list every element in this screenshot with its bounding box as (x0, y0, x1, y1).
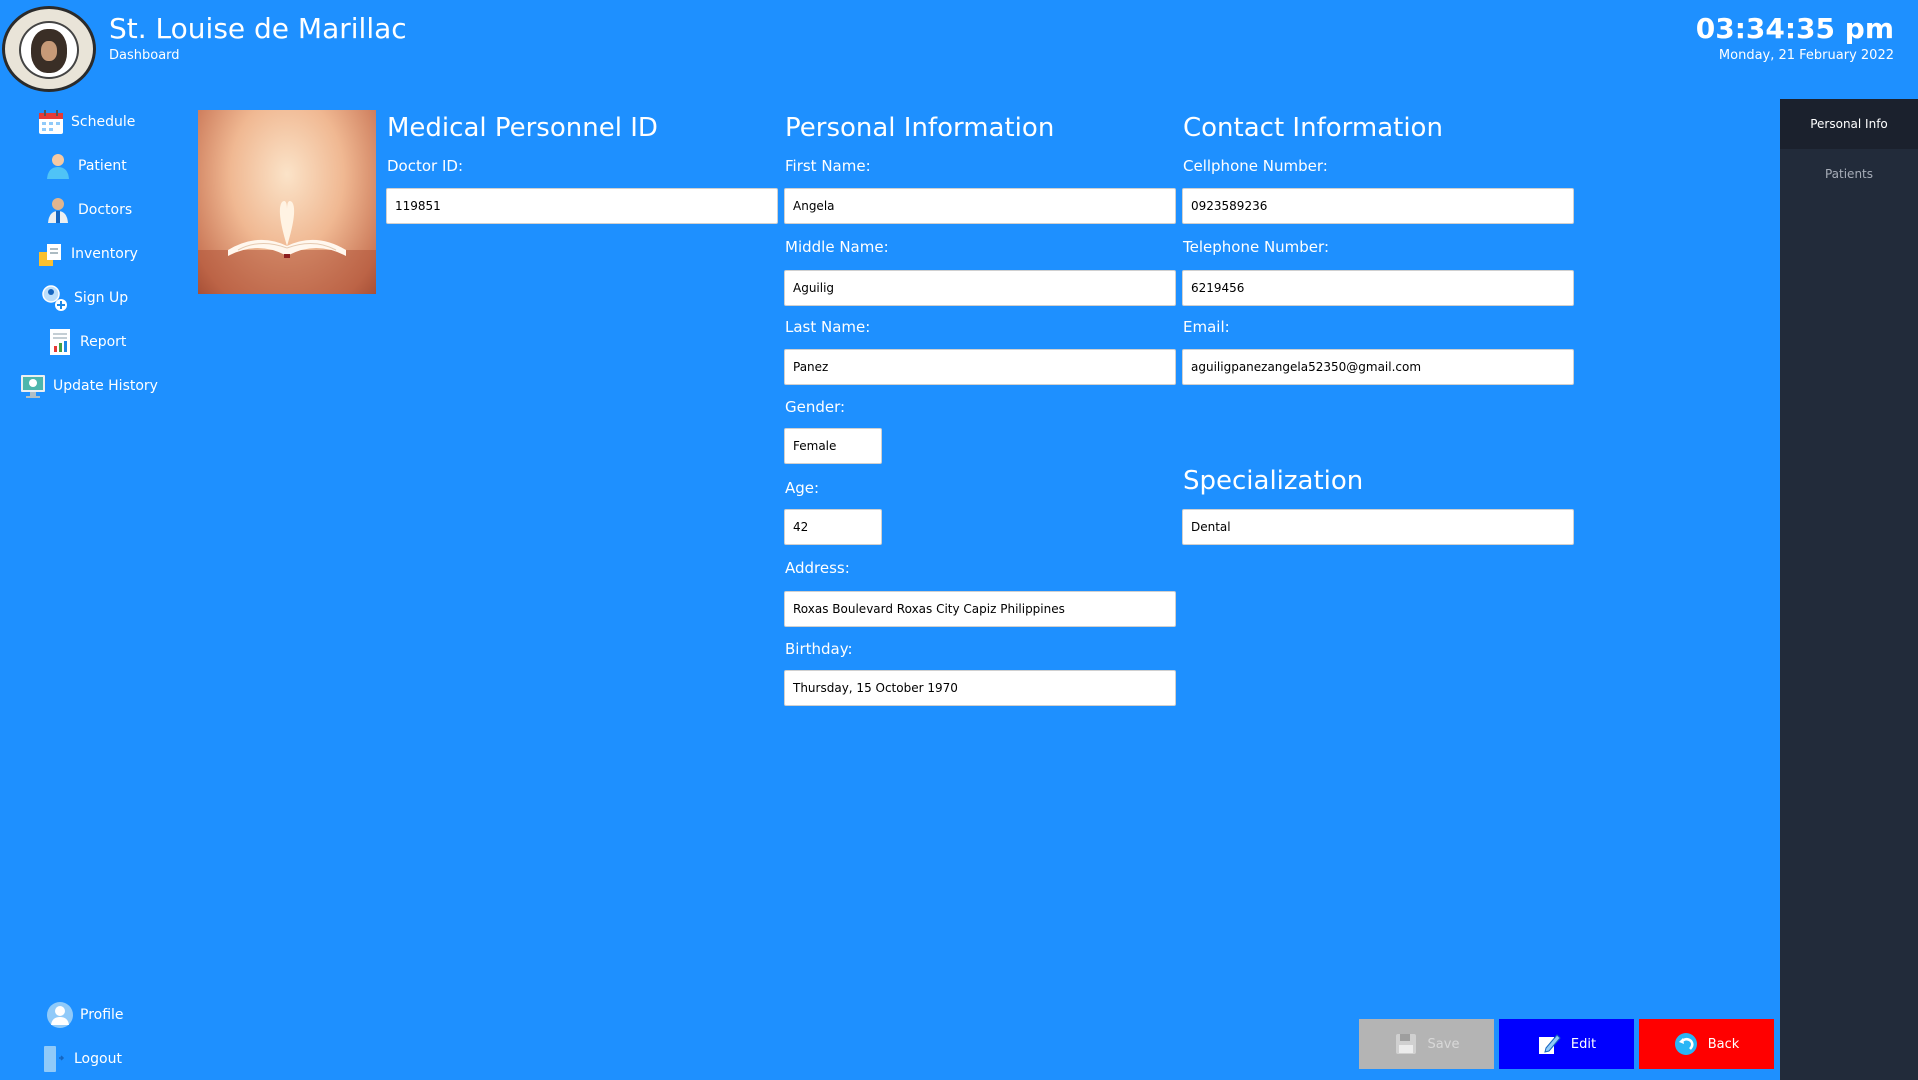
history-icon (19, 372, 47, 400)
nav-label-update-history: Update History (53, 378, 158, 394)
clock-date: Monday, 21 February 2022 (1718, 48, 1894, 63)
clinic-logo (2, 6, 96, 92)
nav-sign-up[interactable]: Sign Up (40, 283, 128, 313)
doctor-icon (44, 196, 72, 224)
personal-info-title: Personal Information (785, 113, 1055, 143)
logout-icon (40, 1045, 68, 1073)
nav-label-inventory: Inventory (71, 246, 138, 262)
tab-personal-info[interactable]: Personal Info (1780, 99, 1918, 149)
cellphone-label: Cellphone Number: (1183, 157, 1328, 175)
telephone-field[interactable]: 6219456 (1182, 270, 1574, 306)
gender-label: Gender: (785, 398, 846, 416)
birthday-field[interactable]: Thursday, 15 October 1970 (784, 670, 1176, 706)
tab-patients[interactable]: Patients (1780, 149, 1918, 199)
profile-icon (46, 1001, 74, 1029)
nav-logout[interactable]: Logout (40, 1044, 122, 1074)
nav-inventory[interactable]: Inventory (37, 239, 138, 269)
middle-name-field[interactable]: Aguilig (784, 270, 1176, 306)
specialization-field[interactable]: Dental (1182, 509, 1574, 545)
last-name-label: Last Name: (785, 318, 871, 336)
nav-label-sign-up: Sign Up (74, 290, 129, 306)
floppy-disk-icon (1394, 1032, 1418, 1056)
birthday-label: Birthday: (785, 640, 853, 658)
first-name-field[interactable]: Angela (784, 188, 1176, 224)
nav-profile[interactable]: Profile (46, 1000, 124, 1030)
middle-name-label: Middle Name: (785, 238, 889, 256)
telephone-label: Telephone Number: (1183, 238, 1329, 256)
app-title: St. Louise de Marillac (109, 12, 407, 45)
back-button-label: Back (1707, 1036, 1740, 1052)
edit-pencil-icon (1537, 1032, 1561, 1056)
nav-label-profile: Profile (80, 1007, 124, 1023)
medical-id-title: Medical Personnel ID (387, 113, 658, 143)
logo-portrait (31, 29, 67, 73)
nav-schedule[interactable]: Schedule (37, 107, 135, 137)
back-button[interactable]: Back (1639, 1019, 1774, 1069)
clock-time: 03:34:35 pm (1695, 12, 1894, 45)
email-field[interactable]: aguiligpanezangela52350@gmail.com (1182, 349, 1574, 385)
nav-label-logout: Logout (74, 1051, 122, 1067)
nav-doctors[interactable]: Doctors (44, 195, 132, 225)
nav-label-schedule: Schedule (71, 114, 136, 130)
nav-label-doctors: Doctors (78, 202, 133, 218)
contact-info-title: Contact Information (1183, 113, 1443, 143)
save-button-label: Save (1427, 1036, 1460, 1052)
email-label: Email: (1183, 318, 1230, 336)
nav-patient[interactable]: Patient (44, 151, 127, 181)
cellphone-field[interactable]: 0923589236 (1182, 188, 1574, 224)
doctor-id-label: Doctor ID: (387, 157, 463, 175)
address-label: Address: (785, 559, 850, 577)
right-tab-panel: Personal Info Patients (1780, 99, 1918, 1080)
edit-button[interactable]: Edit (1499, 1019, 1634, 1069)
doctor-photo (198, 110, 376, 294)
doctor-id-field[interactable]: 119851 (386, 188, 778, 224)
page-subtitle: Dashboard (109, 48, 180, 63)
age-field[interactable]: 42 (784, 509, 882, 545)
inventory-icon (37, 240, 65, 268)
first-name-label: First Name: (785, 157, 871, 175)
specialization-title: Specialization (1183, 466, 1364, 496)
add-user-icon (40, 284, 68, 312)
save-button[interactable]: Save (1359, 1019, 1494, 1069)
age-label: Age: (785, 479, 820, 497)
calendar-icon (37, 108, 65, 136)
back-arrow-icon (1674, 1032, 1698, 1056)
patient-icon (44, 152, 72, 180)
last-name-field[interactable]: Panez (784, 349, 1176, 385)
address-field[interactable]: Roxas Boulevard Roxas City Capiz Philipp… (784, 591, 1176, 627)
nav-update-history[interactable]: Update History (19, 371, 158, 401)
gender-field[interactable]: Female (784, 428, 882, 464)
nav-label-patient: Patient (78, 158, 127, 174)
report-icon (46, 328, 74, 356)
nav-report[interactable]: Report (46, 327, 126, 357)
edit-button-label: Edit (1570, 1036, 1597, 1052)
nav-label-report: Report (80, 334, 127, 350)
